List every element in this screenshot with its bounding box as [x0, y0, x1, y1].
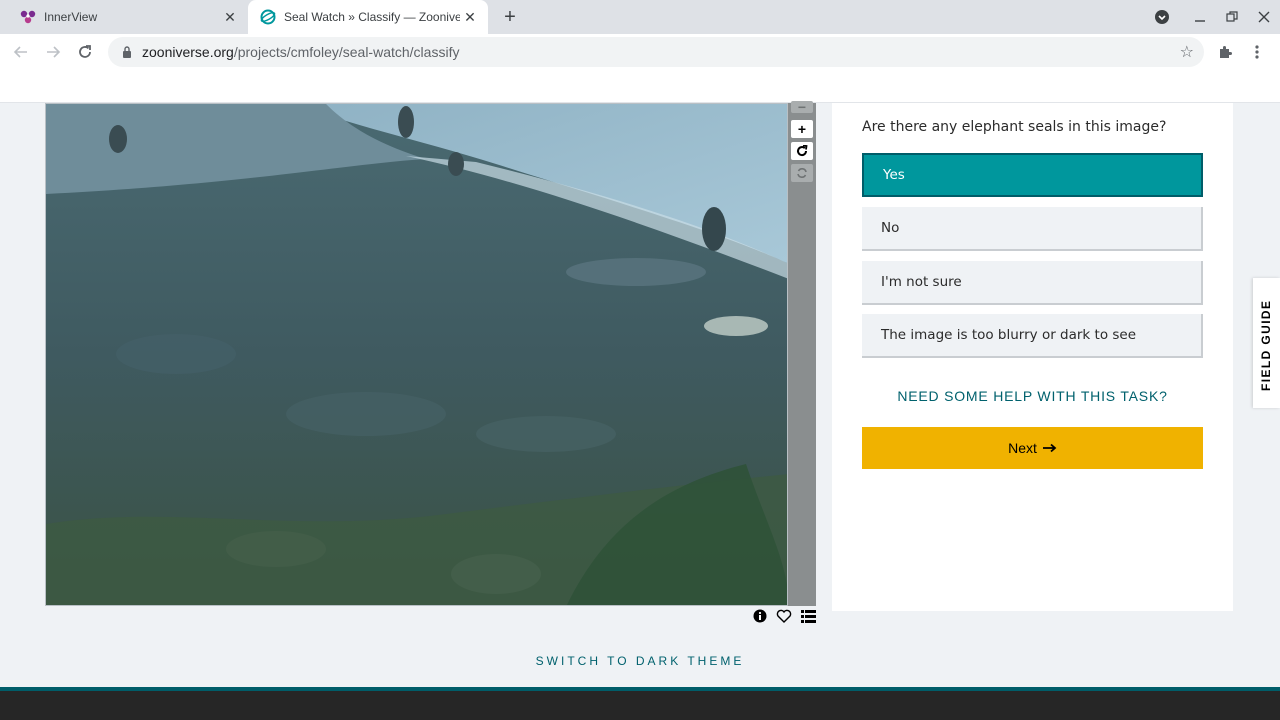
arrow-right-icon — [1042, 440, 1057, 457]
browser-toolbar: zooniverse.org/projects/cmfoley/seal-wat… — [0, 34, 1280, 70]
image-viewer-toolbar: − + — [788, 99, 816, 606]
window-close-icon[interactable] — [1252, 5, 1276, 29]
reset-view-button[interactable] — [791, 164, 813, 182]
favorite-heart-icon[interactable] — [776, 608, 792, 624]
tab-close-icon[interactable]: ✕ — [460, 7, 480, 27]
zoom-in-button[interactable]: + — [791, 120, 813, 138]
switch-dark-theme-link[interactable]: SWITCH TO DARK THEME — [0, 654, 1280, 668]
field-guide-label: FIELD GUIDE — [1259, 299, 1273, 391]
zoom-out-button[interactable]: − — [791, 99, 813, 115]
innerview-favicon-icon — [20, 9, 36, 25]
answer-not-sure[interactable]: I'm not sure — [862, 261, 1203, 305]
next-button-label: Next — [1008, 440, 1037, 456]
field-guide-tab[interactable]: FIELD GUIDE — [1253, 278, 1280, 408]
answer-too-blurry[interactable]: The image is too blurry or dark to see — [862, 314, 1203, 358]
extensions-puzzle-icon[interactable] — [1212, 39, 1238, 65]
reload-icon[interactable] — [72, 39, 98, 65]
url-path: /projects/cmfoley/seal-watch/classify — [233, 44, 460, 60]
rotate-button[interactable] — [791, 142, 813, 160]
browser-menu-icon[interactable] — [1244, 39, 1270, 65]
new-tab-plus-icon[interactable]: + — [498, 5, 522, 29]
tab-close-icon[interactable]: ✕ — [220, 7, 240, 27]
next-button[interactable]: Next — [862, 427, 1203, 469]
browser-tab-innerview[interactable]: InnerView ✕ — [8, 0, 248, 34]
bookmark-star-icon[interactable]: ☆ — [1180, 42, 1194, 62]
tab-title: Seal Watch » Classify — Zooniverse — [284, 10, 460, 24]
task-help-link[interactable]: NEED SOME HELP WITH THIS TASK? — [862, 388, 1203, 404]
page-header-strip — [0, 70, 1280, 103]
browser-tab-seal-watch[interactable]: Seal Watch » Classify — Zooniverse ✕ — [248, 0, 488, 34]
task-question: Are there any elephant seals in this ima… — [862, 119, 1167, 135]
subject-image[interactable] — [45, 103, 788, 606]
back-arrow-icon[interactable] — [8, 39, 34, 65]
answer-no[interactable]: No — [862, 207, 1203, 251]
info-icon[interactable] — [752, 608, 768, 624]
answer-yes[interactable]: Yes — [862, 153, 1203, 197]
lock-icon — [120, 46, 134, 58]
browser-tab-strip: InnerView ✕ Seal Watch » Classify — Zoon… — [0, 0, 1280, 34]
zooniverse-favicon-icon — [260, 9, 276, 25]
forward-arrow-icon[interactable] — [40, 39, 66, 65]
minimize-icon[interactable] — [1188, 5, 1212, 29]
tab-title: InnerView — [44, 10, 98, 24]
collections-list-icon[interactable] — [800, 608, 816, 624]
task-panel: Are there any elephant seals in this ima… — [832, 103, 1233, 611]
subject-metadata-bar — [752, 608, 816, 624]
url-host: zooniverse.org — [142, 44, 234, 60]
restore-icon[interactable] — [1220, 5, 1244, 29]
url-text: zooniverse.org/projects/cmfoley/seal-wat… — [142, 44, 459, 60]
address-bar[interactable]: zooniverse.org/projects/cmfoley/seal-wat… — [108, 37, 1204, 67]
site-footer — [0, 687, 1280, 720]
tab-search-dropdown-icon[interactable] — [1150, 5, 1174, 29]
